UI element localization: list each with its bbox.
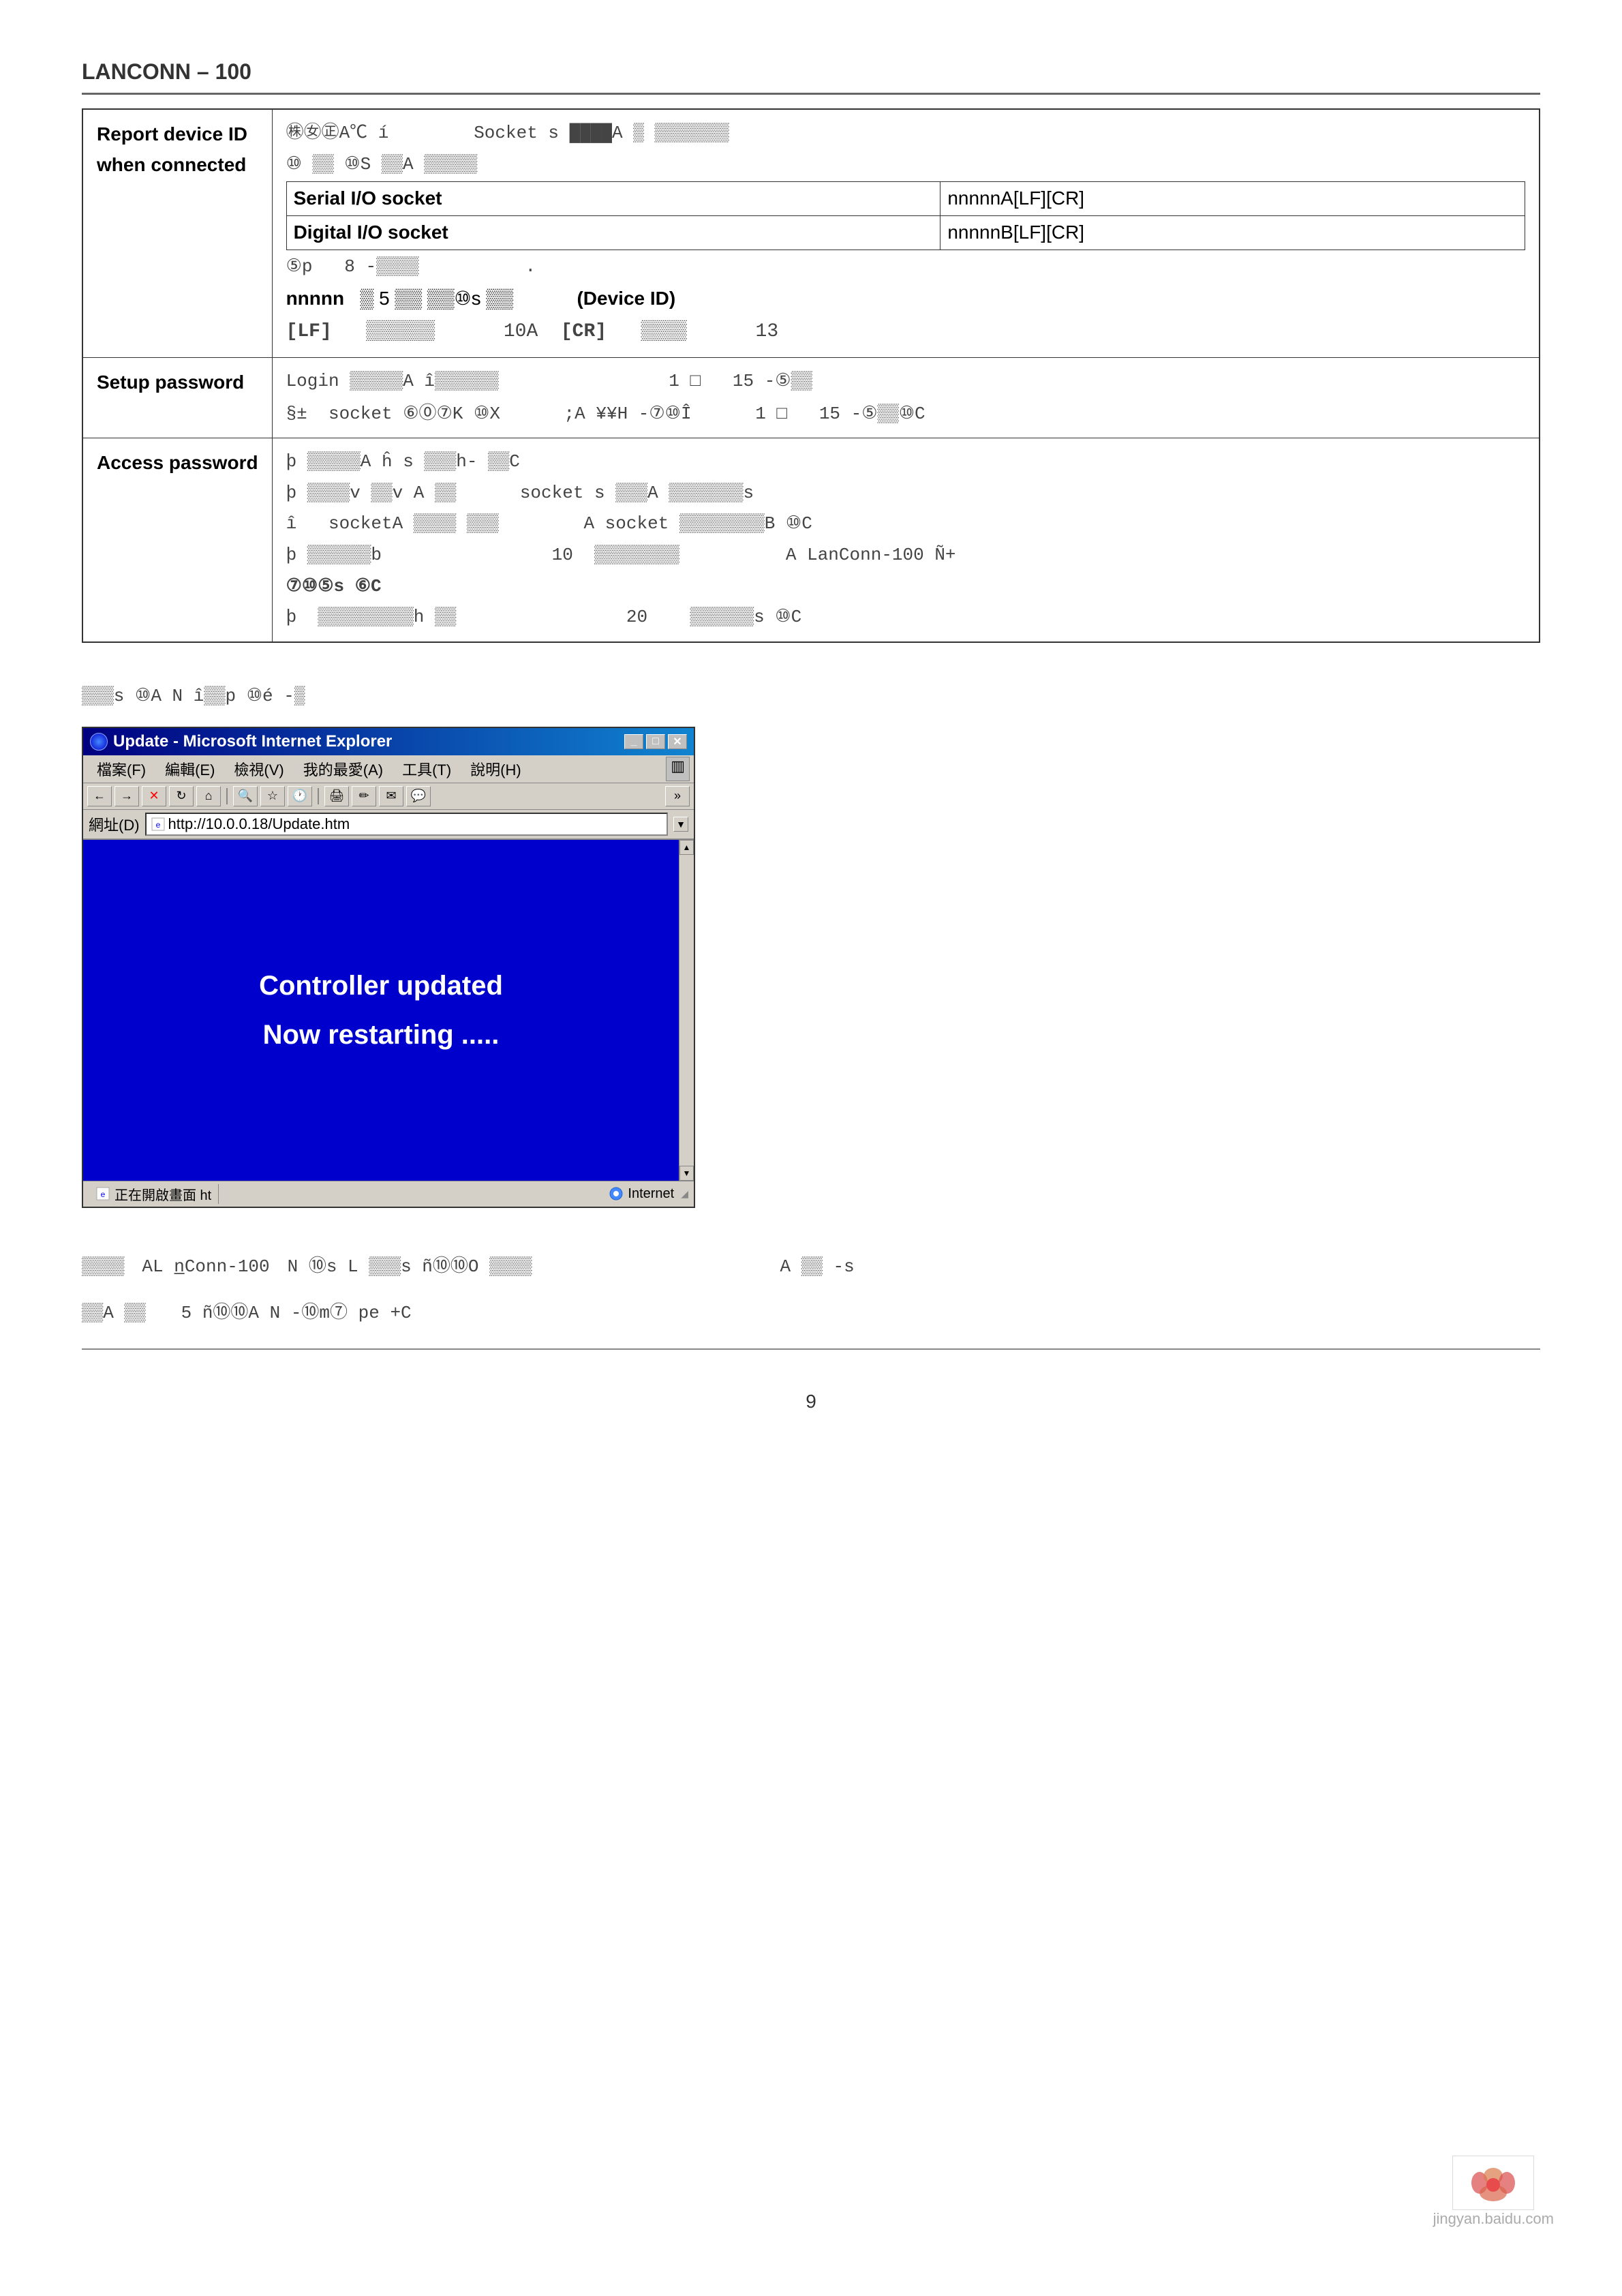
browser-title: Update - Microsoft Internet Explorer: [113, 732, 392, 751]
address-url: http://10.0.0.18/Update.htm: [168, 815, 350, 833]
mail-button[interactable]: ✉: [379, 786, 403, 806]
controller-updated-text: Controller updated: [259, 961, 503, 1010]
footer-text-1: ▒▒▒▒ AL n̲Conn-100 N ⑩s L ▒▒▒s ñ⑩⑩O ▒▒▒▒…: [82, 1249, 1540, 1282]
content-access-password: þ ▒▒▒▒▒A ĥ s ▒▒▒h- ▒▒C þ ▒▒▒▒v ▒▒v A ▒▒ …: [272, 438, 1540, 642]
status-section: e 正在開啟畫面 ht: [89, 1184, 219, 1204]
history-button[interactable]: 🕐: [288, 786, 312, 806]
close-button[interactable]: ✕: [668, 734, 687, 749]
label-setup-password: Setup password: [82, 357, 272, 438]
zone-text: Internet: [628, 1186, 674, 1202]
edit-button[interactable]: ✏: [352, 786, 376, 806]
separator2: [318, 788, 319, 804]
baidu-logo-svg: [1459, 2159, 1527, 2207]
resize-grip: ◢: [681, 1188, 688, 1200]
scroll-down-button[interactable]: ▼: [679, 1166, 694, 1181]
favorites-button[interactable]: ☆: [260, 786, 285, 806]
ie-icon: [90, 733, 108, 751]
browser-toolbar: ← → ✕ ↻ ⌂ 🔍 ☆ 🕐 🖨 ✏ ✉ 💬 »: [83, 783, 694, 810]
separator1: [226, 788, 228, 804]
table-row: Access password þ ▒▒▒▒▒A ĥ s ▒▒▒h- ▒▒C þ…: [82, 438, 1540, 642]
stop-button[interactable]: ✕: [142, 786, 166, 806]
page-container: LANCONN – 100 Report device IDwhen conne…: [0, 0, 1622, 2296]
browser-menubar: 檔案(F) 編輯(E) 檢視(V) 我的最愛(A) 工具(T) 說明(H) ▥: [83, 755, 694, 783]
svg-text:e: e: [101, 1190, 106, 1199]
scroll-track: [679, 855, 694, 1166]
menu-view[interactable]: 檢視(V): [224, 757, 293, 781]
baidu-logo: [1452, 2156, 1534, 2210]
address-dropdown[interactable]: ▼: [673, 817, 688, 832]
internet-icon: [609, 1186, 624, 1201]
address-bar-row: 網址(D) e http://10.0.0.18/Update.htm ▼: [83, 810, 694, 840]
svg-text:e: e: [155, 820, 160, 830]
page-icon: e: [151, 817, 166, 832]
menu-file[interactable]: 檔案(F): [87, 757, 155, 781]
expand-button[interactable]: »: [665, 786, 690, 806]
search-button[interactable]: 🔍: [233, 786, 258, 806]
baidu-watermark: jingyan.baidu.com: [1433, 2156, 1554, 2228]
browser-titlebar: Update - Microsoft Internet Explorer _ □…: [83, 728, 694, 755]
address-input[interactable]: e http://10.0.0.18/Update.htm: [145, 813, 668, 836]
browser-content-area: Controller updated Now restarting ..... …: [83, 840, 694, 1181]
scrollbar[interactable]: ▲ ▼: [679, 840, 694, 1181]
browser-content: Controller updated Now restarting .....: [83, 840, 679, 1181]
browser-titlebar-controls: _ □ ✕: [624, 734, 687, 749]
menu-favorites[interactable]: 我的最愛(A): [294, 757, 393, 781]
address-label: 網址(D): [89, 813, 140, 835]
internet-zone: Internet: [609, 1186, 674, 1202]
section-text: ▒▒▒s ⑩A N î▒▒p ⑩é -▒: [82, 684, 1540, 706]
forward-button[interactable]: →: [114, 786, 139, 806]
print-button[interactable]: 🖨: [324, 786, 349, 806]
status-text: 正在開啟畫面 ht: [114, 1184, 211, 1204]
minimize-button[interactable]: _: [624, 734, 643, 749]
menu-help[interactable]: 說明(H): [461, 757, 531, 781]
table-row: Setup password Login ▒▒▒▒▒A î▒▒▒▒▒▒ 1 □ …: [82, 357, 1540, 438]
home-button[interactable]: ⌂: [196, 786, 221, 806]
bottom-divider: [82, 1348, 1540, 1350]
browser-statusbar: e 正在開啟畫面 ht Internet ◢: [83, 1181, 694, 1207]
refresh-button[interactable]: ↻: [169, 786, 194, 806]
page-header: LANCONN – 100: [82, 55, 1540, 95]
label-report-device-id: Report device IDwhen connected: [82, 109, 272, 357]
maximize-button[interactable]: □: [646, 734, 665, 749]
menu-tools[interactable]: 工具(T): [393, 757, 461, 781]
discuss-button[interactable]: 💬: [406, 786, 431, 806]
menu-edit[interactable]: 編輯(E): [155, 757, 224, 781]
browser-titlebar-left: Update - Microsoft Internet Explorer: [90, 732, 392, 751]
baidu-text: jingyan.baidu.com: [1433, 2210, 1554, 2228]
menu-extra: ▥: [666, 757, 690, 781]
table-row: Report device IDwhen connected ㊑㊛㊣A℃ í S…: [82, 109, 1540, 357]
page-loading-icon: e: [95, 1186, 110, 1201]
back-button[interactable]: ←: [87, 786, 112, 806]
scroll-up-button[interactable]: ▲: [679, 840, 694, 855]
page-number: 9: [82, 1391, 1540, 1413]
content-setup-password: Login ▒▒▒▒▒A î▒▒▒▒▒▒ 1 □ 15 -⑤▒▒ §± sock…: [272, 357, 1540, 438]
footer-text-2: ▒▒A ▒▒ 5 ñ⑩⑩A N -⑩m⑦ pe +C: [82, 1295, 1540, 1328]
main-table: Report device IDwhen connected ㊑㊛㊣A℃ í S…: [82, 108, 1540, 643]
browser-window: Update - Microsoft Internet Explorer _ □…: [82, 727, 695, 1208]
content-report-device-id: ㊑㊛㊣A℃ í Socket s ████A ▒ ▒▒▒▒▒▒▒ ⑩ ▒▒ ⑩S…: [272, 109, 1540, 357]
now-restarting-text: Now restarting .....: [263, 1010, 500, 1059]
label-access-password: Access password: [82, 438, 272, 642]
